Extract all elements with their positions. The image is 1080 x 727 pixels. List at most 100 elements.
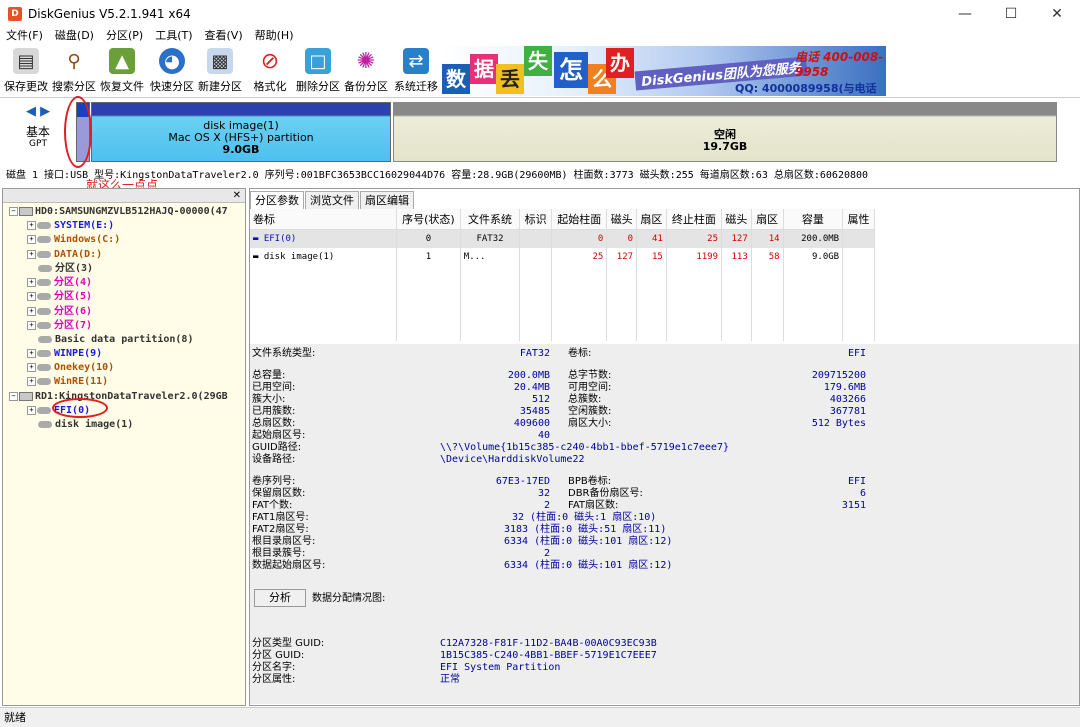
partition-icon (37, 406, 51, 414)
disk-nav-arrows[interactable]: ◀ ▶ (26, 104, 50, 119)
app-icon: D (8, 7, 22, 21)
tree-partition[interactable]: 分区(3) (38, 262, 93, 276)
title-bar: D DiskGenius V5.2.1.941 x64 — ☐ ✕ (0, 0, 1080, 28)
tree-partition[interactable]: + WINPE(9) (27, 347, 102, 361)
tree-disk[interactable]: − RD1:KingstonDataTraveler2.0(29GB (9, 390, 228, 404)
menu-disk[interactable]: 磁盘(D) (49, 28, 100, 44)
tree-partition[interactable]: + SYSTEM(E:) (27, 219, 114, 233)
new-partition-button[interactable]: ▩ 新建分区 (196, 46, 244, 96)
disk-tree-pane: ✕ − HD0:SAMSUNGMZVLB512HAJQ-00000(47 + SYS… (2, 188, 246, 706)
volume-value: EFI (847, 348, 866, 359)
disk-type: 基本 GPT (26, 125, 51, 149)
drive-icon: ▩ (207, 48, 233, 74)
maximize-button[interactable]: ☐ (988, 0, 1034, 28)
backup-partition-button[interactable]: ✺ 备份分区 (342, 46, 390, 96)
partition-icon (37, 321, 51, 329)
annotation-circle (52, 398, 108, 418)
quick-partition-button[interactable]: ◕ 快速分区 (148, 46, 196, 96)
partition-icon (38, 335, 52, 343)
ad-char: 办 (606, 48, 634, 78)
partition-icon (37, 235, 51, 243)
usb-disk-icon (19, 391, 33, 401)
format-button[interactable]: ⊘ 格式化 (246, 46, 294, 96)
magnifier-icon: ⚲ (67, 50, 81, 72)
menu-partition[interactable]: 分区(P) (100, 28, 149, 44)
delete-partition-button[interactable]: □ 删除分区 (294, 46, 342, 96)
free-space-block[interactable]: 空闲 19.7GB (393, 102, 1057, 162)
tree-partition[interactable]: + 分区(4) (27, 276, 92, 290)
annotation-circle (64, 96, 92, 168)
status-bar: 就绪 (0, 707, 1080, 727)
recover-files-button[interactable]: ▲ 恢复文件 (98, 46, 146, 96)
fs-type-value: FAT32 (519, 348, 550, 359)
alloc-map-label: 数据分配情况图: (312, 593, 386, 604)
disk-map: ◀ ▶ 基本 GPT disk image(1) Mac OS X (HFS+) … (0, 98, 1080, 166)
trash-icon: □ (305, 48, 331, 74)
tree-partition[interactable]: + 分区(5) (27, 290, 92, 304)
backup-icon: ✺ (356, 48, 376, 74)
tree-partition[interactable]: + Onekey(10) (27, 361, 114, 375)
menu-view[interactable]: 查看(V) (199, 28, 249, 44)
close-button[interactable]: ✕ (1034, 0, 1080, 28)
partition-icon (38, 264, 52, 272)
partition-icon (38, 420, 52, 428)
save-changes-button[interactable]: ▤ 保存更改 (2, 46, 50, 96)
ad-char: 据 (470, 54, 498, 84)
menu-file[interactable]: 文件(F) (0, 28, 49, 44)
ad-banner[interactable]: 数 据 丢 失 怎 么 办 DiskGenius团队为您服务 电话 400-00… (440, 46, 886, 96)
arrow-left-icon[interactable]: ◀ (26, 104, 36, 119)
partition-icon (37, 349, 51, 357)
tree-partition[interactable]: + Windows(C:) (27, 233, 120, 247)
ad-qq: QQ: 4000089958(与电话同号) (735, 82, 877, 95)
tab-sector-edit[interactable]: 扇区编辑 (360, 191, 414, 209)
ad-char: 数 (442, 64, 470, 94)
recover-icon: ▲ (109, 48, 135, 74)
partition-icon (37, 278, 51, 286)
minimize-button[interactable]: — (942, 0, 988, 28)
pie-icon: ◕ (159, 48, 185, 74)
disk-info: 磁盘 1 接口:USB 型号:KingstonDataTraveler2.0 序… (6, 170, 869, 181)
table-row[interactable]: ▬ EFI(0) 0 FAT32 0 0 41 25 127 14 200.0M… (250, 229, 875, 249)
system-migration-button[interactable]: ⇄ 系统迁移 (392, 46, 440, 96)
pane-close-icon[interactable]: ✕ (3, 189, 245, 203)
menu-help[interactable]: 帮助(H) (249, 28, 300, 44)
hard-disk-icon (19, 206, 33, 216)
partition-icon (37, 292, 51, 300)
partition-icon (37, 307, 51, 315)
tree-partition[interactable]: + 分区(6) (27, 305, 92, 319)
partition-table: 卷标 序号(状态) 文件系统 标识 起始柱面 磁头 扇区 终止柱面 磁头 扇区 … (250, 209, 875, 341)
tab-browse-files[interactable]: 浏览文件 (305, 191, 359, 209)
ad-char: 怎 (554, 52, 588, 88)
analyze-button[interactable]: 分析 (254, 589, 306, 607)
tree-partition[interactable]: disk image(1) (38, 418, 133, 432)
mac-partition-block[interactable]: disk image(1) Mac OS X (HFS+) partition … (91, 102, 391, 162)
disk-save-icon: ▤ (13, 48, 39, 74)
partition-icon (37, 250, 51, 258)
tree-partition[interactable]: Basic data partition(8) (38, 333, 193, 347)
table-header: 卷标 序号(状态) 文件系统 标识 起始柱面 磁头 扇区 终止柱面 磁头 扇区 … (250, 209, 875, 231)
device-path-value: \Device\HarddiskVolume22 (440, 454, 585, 465)
migrate-icon: ⇄ (403, 48, 429, 74)
partition-icon: ▬ (253, 252, 259, 263)
table-row[interactable]: ▬ disk image(1) 1 M... 25 127 15 1199 11… (250, 248, 875, 267)
search-partition-button[interactable]: ⚲ 搜索分区 (50, 46, 98, 96)
partition-icon (37, 363, 51, 371)
tree-disk[interactable]: − HD0:SAMSUNGMZVLB512HAJQ-00000(47 (9, 205, 228, 219)
tree-partition[interactable]: + DATA(D:) (27, 248, 102, 262)
partition-icon: ▬ (253, 234, 259, 245)
window-title: DiskGenius V5.2.1.941 x64 (28, 7, 191, 21)
partition-details: 文件系统类型: FAT32 卷标: EFI 总容量: 200.0MB 已用空间:… (250, 344, 1079, 704)
menu-tools[interactable]: 工具(T) (149, 28, 198, 44)
tab-bar: 分区参数 浏览文件 扇区编辑 (250, 191, 415, 209)
disk-tree: − HD0:SAMSUNGMZVLB512HAJQ-00000(47 + SYSTE… (3, 203, 245, 705)
arrow-right-icon[interactable]: ▶ (40, 104, 50, 119)
partition-icon (37, 221, 51, 229)
ad-char: 丢 (496, 64, 524, 94)
details-pane: 分区参数 浏览文件 扇区编辑 卷标 序号(状态) 文件系统 标识 起始柱面 磁头… (249, 188, 1080, 706)
tab-partition-params[interactable]: 分区参数 (250, 191, 304, 209)
tree-partition[interactable]: + 分区(7) (27, 319, 92, 333)
ad-phone: 电话 400-008-9958 (795, 50, 884, 79)
no-entry-icon: ⊘ (260, 48, 280, 74)
tree-partition[interactable]: + WinRE(11) (27, 375, 108, 389)
menu-bar: 文件(F) 磁盘(D) 分区(P) 工具(T) 查看(V) 帮助(H) (0, 28, 1080, 44)
